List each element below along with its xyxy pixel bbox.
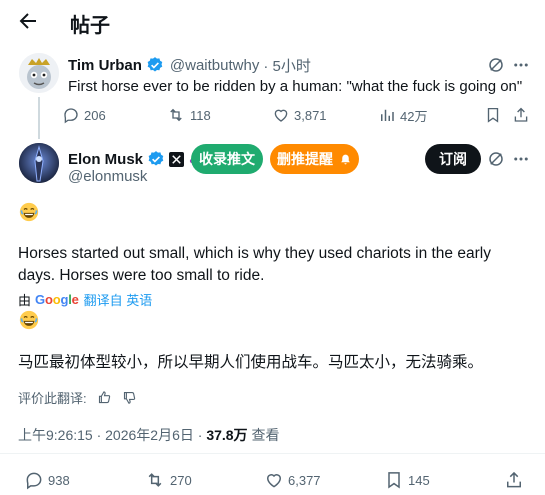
divider — [0, 453, 545, 454]
delete-notify-label: 删推提醒 — [277, 151, 333, 167]
repost-button[interactable]: 118 — [166, 104, 211, 126]
repost-count: 270 — [170, 472, 192, 488]
like-button[interactable]: 3,871 — [272, 104, 327, 126]
verified-badge-icon — [147, 150, 165, 168]
views-count: 37.8万 — [206, 427, 248, 443]
author-handle[interactable]: @elonmusk — [68, 168, 147, 185]
laughing-emoji-icon — [19, 202, 39, 222]
views-button[interactable]: 42万 — [378, 104, 427, 126]
reply-button[interactable]: 206 — [62, 104, 106, 126]
bookmark-icon — [484, 106, 502, 124]
heart-icon — [272, 106, 290, 124]
google-logo: Google — [35, 292, 79, 307]
arrow-left-icon[interactable] — [16, 9, 40, 33]
more-options[interactable] — [511, 55, 531, 75]
repost-button[interactable]: 270 — [144, 469, 192, 491]
page-title: 帖子 — [70, 15, 110, 37]
top-header: 帖子 — [0, 0, 545, 42]
tweet-meta: 上午9:26:15 · 2026年2月6日 · 37.8万 查看 — [18, 425, 279, 445]
reply-icon — [24, 470, 44, 490]
rate-translation-label: 评价此翻译: — [18, 391, 87, 406]
more-options[interactable] — [511, 149, 531, 169]
repost-count: 118 — [190, 107, 211, 123]
grok-icon-wrap[interactable] — [486, 149, 506, 169]
bell-icon — [339, 153, 352, 166]
grok-icon[interactable] — [486, 149, 506, 169]
tweet-text-line: days. Horses were too small to ride. — [18, 267, 265, 284]
timestamp[interactable]: 上午9:26:15 · 2026年2月6日 · — [18, 427, 202, 443]
tweet-action-bar: 206 118 3,871 42万 — [62, 104, 530, 126]
tweet-action-bar: 938 270 6,377 145 — [0, 469, 545, 491]
translated-text: 马匹最初体型较小，所以早期人们使用战车。马匹太小，无法骑乘。 — [18, 354, 484, 371]
views-count: 42万 — [400, 108, 428, 124]
tweet-text-line: Horses started out small, which is why t… — [18, 245, 491, 262]
bookmark-icon — [384, 470, 404, 490]
more-horizontal-icon[interactable] — [511, 149, 531, 169]
like-count: 3,871 — [294, 107, 327, 123]
share-icon — [512, 106, 530, 124]
reply-count: 206 — [84, 107, 106, 123]
tweet-time[interactable]: · 5小时 — [263, 55, 311, 76]
more-horizontal-icon[interactable] — [511, 55, 531, 75]
avatar[interactable] — [19, 53, 59, 93]
author-name[interactable]: Tim Urban — [68, 57, 142, 74]
laughing-emoji-icon — [19, 310, 39, 330]
share-button[interactable] — [504, 469, 524, 491]
thumbs-up-icon[interactable] — [97, 390, 112, 405]
avatar[interactable] — [19, 143, 59, 183]
repost-icon — [144, 470, 166, 490]
share-button[interactable] — [512, 104, 530, 126]
thumbs-down-icon[interactable] — [122, 390, 137, 405]
reply-count: 938 — [48, 472, 70, 488]
grok-icon[interactable] — [486, 55, 506, 75]
bookmark-button[interactable]: 145 — [384, 469, 430, 491]
like-button[interactable]: 6,377 — [264, 469, 321, 491]
tweet-text: First horse ever to be ridden by a human… — [68, 78, 523, 95]
author-handle[interactable]: @waitbutwhy — [170, 57, 259, 74]
subscribe-button[interactable]: 订阅 — [425, 144, 481, 174]
reply-button[interactable]: 938 — [24, 469, 70, 491]
bookmark-button[interactable] — [484, 104, 502, 126]
repost-icon — [166, 106, 186, 124]
rate-translation: 评价此翻译: — [18, 388, 137, 407]
thread-connector — [38, 97, 40, 139]
translated-from-link[interactable]: 翻译自 英语 — [84, 290, 153, 309]
views-label: 查看 — [251, 427, 280, 443]
reply-icon — [62, 106, 80, 124]
bookmark-count: 145 — [408, 472, 430, 488]
share-icon — [504, 470, 524, 490]
like-count: 6,377 — [288, 472, 321, 488]
translate-by-label: 由 — [18, 293, 32, 308]
x-affiliate-icon[interactable] — [169, 151, 185, 167]
delete-notify-button[interactable]: 删推提醒 — [270, 144, 359, 174]
tweet-author-row: Elon Musk — [68, 149, 204, 169]
grok-icon-wrap[interactable] — [486, 55, 506, 75]
tweet-author-row: Tim Urban @waitbutwhy · 5小时 — [68, 55, 311, 75]
translation-attribution: 由 Google 翻译自 英语 — [18, 290, 152, 309]
collect-tweet-button[interactable]: 收录推文 — [191, 144, 263, 174]
views-chart-icon — [378, 106, 396, 124]
heart-icon — [264, 470, 284, 490]
verified-badge-icon — [146, 56, 164, 74]
author-name[interactable]: Elon Musk — [68, 151, 143, 168]
